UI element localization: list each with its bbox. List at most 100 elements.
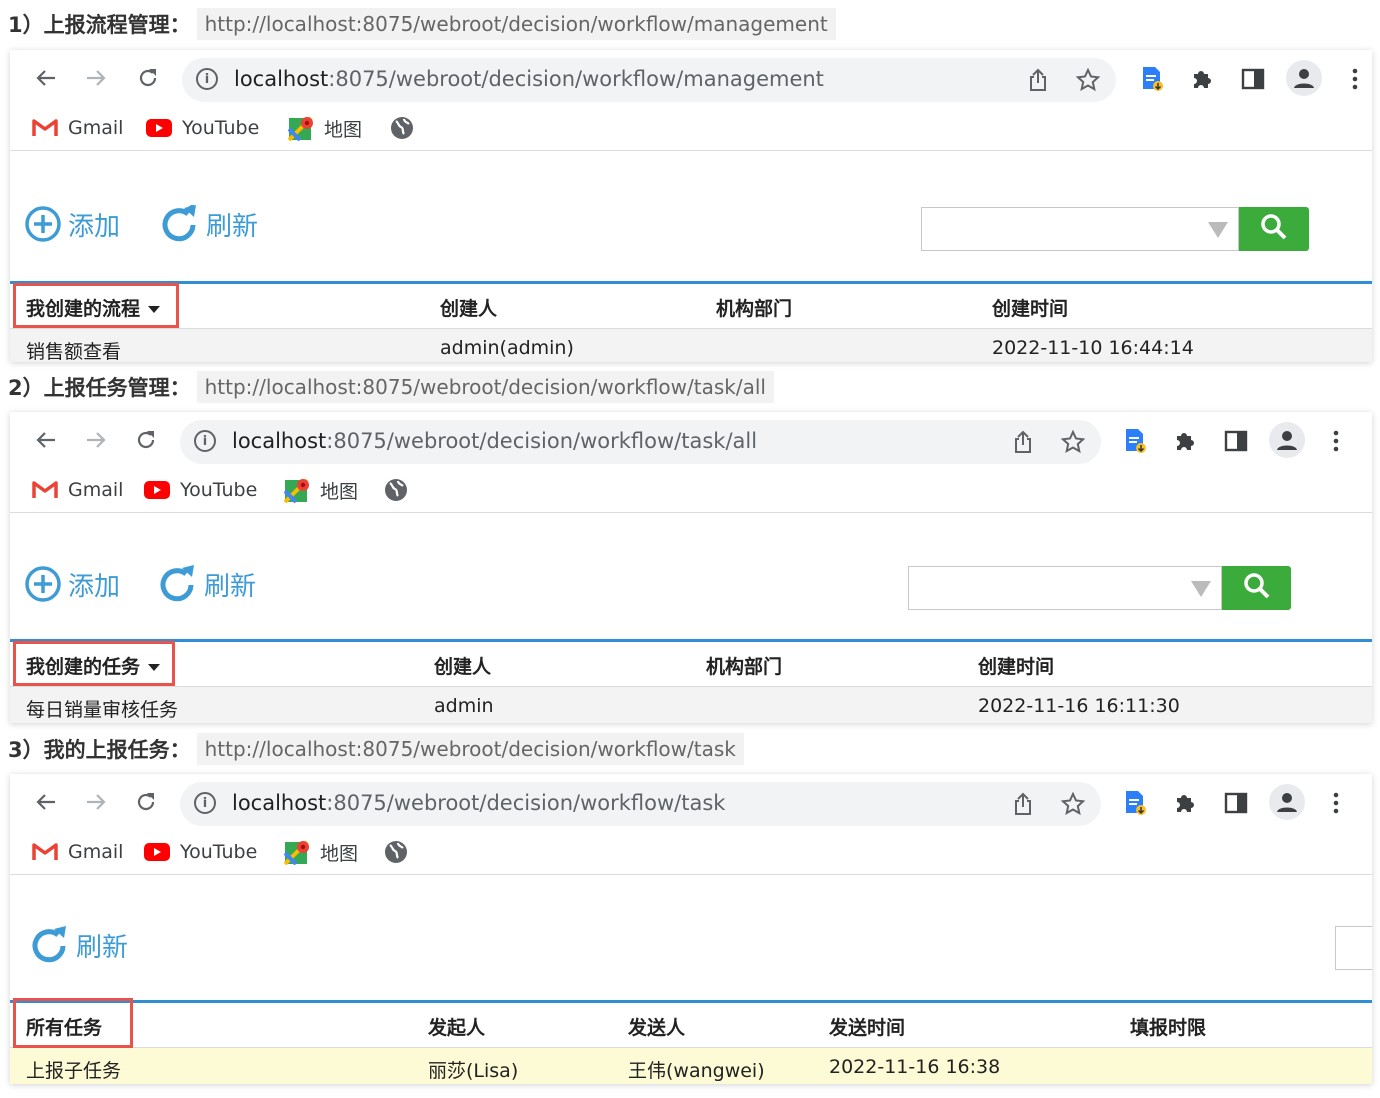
- site-info-icon[interactable]: i: [196, 68, 218, 90]
- back-arrow-icon[interactable]: [28, 784, 64, 820]
- table-row[interactable]: 每日销量审核任务 admin 2022-11-16 16:11:30: [10, 687, 1372, 723]
- site-info-icon[interactable]: i: [194, 430, 216, 452]
- forward-arrow-icon[interactable]: [78, 784, 114, 820]
- globe-icon: [384, 478, 408, 502]
- table-cell: 2022-11-10 16:44:14: [992, 337, 1194, 359]
- bookmark-gmail[interactable]: Gmail: [32, 476, 123, 504]
- reload-icon[interactable]: [128, 784, 164, 820]
- table-header: 我创建的流程 创建人 机构部门 创建时间: [10, 281, 1372, 329]
- browser-window: i localhost:8075/webroot/decision/workfl…: [10, 50, 1372, 362]
- bookmark-youtube[interactable]: YouTube: [146, 114, 259, 142]
- side-panel-icon[interactable]: [1238, 64, 1268, 94]
- puzzle-extensions-icon[interactable]: [1170, 788, 1200, 818]
- search-button[interactable]: [1239, 207, 1309, 251]
- section-1-heading: 1）上报流程管理： http://localhost:8075/webroot/…: [8, 6, 836, 42]
- dropdown-arrow-icon[interactable]: [1208, 222, 1228, 238]
- column-header: 发送人: [628, 1017, 686, 1039]
- table-cell: admin: [434, 695, 494, 717]
- profile-avatar-icon[interactable]: [1286, 60, 1322, 96]
- document-extension-icon[interactable]: [1120, 426, 1150, 456]
- table-cell: 销售额查看: [26, 341, 122, 362]
- address-text: localhost:8075/webroot/decision/workflow…: [234, 67, 824, 91]
- address-bar[interactable]: i localhost:8075/webroot/decision/workfl…: [180, 420, 1101, 464]
- table-cell: 上报子任务: [26, 1060, 122, 1082]
- search-button[interactable]: [1222, 566, 1291, 610]
- table-cell: 2022-11-16 16:38: [829, 1056, 1001, 1078]
- refresh-icon: [30, 926, 70, 964]
- reload-icon[interactable]: [130, 60, 166, 96]
- profile-avatar-icon[interactable]: [1269, 784, 1305, 820]
- refresh-button[interactable]: 刷新: [160, 205, 258, 243]
- address-bar[interactable]: i localhost:8075/webroot/decision/workfl…: [180, 782, 1101, 826]
- bookmark-star-icon[interactable]: [1059, 790, 1087, 818]
- gmail-icon: [32, 480, 58, 500]
- refresh-button[interactable]: 刷新: [30, 926, 128, 964]
- bookmark-globe[interactable]: [384, 476, 418, 504]
- section-url: http://localhost:8075/webroot/decision/w…: [196, 371, 774, 403]
- share-icon[interactable]: [1024, 66, 1052, 94]
- refresh-button[interactable]: 刷新: [158, 565, 256, 603]
- youtube-icon: [146, 119, 172, 137]
- bookmark-maps[interactable]: 地图: [284, 476, 358, 504]
- bookmark-maps[interactable]: 地图: [284, 838, 358, 866]
- section-title: 2）上报任务管理：: [8, 376, 191, 400]
- browser-window: i localhost:8075/webroot/decision/workfl…: [10, 412, 1372, 723]
- table-row[interactable]: 上报子任务 丽莎(Lisa) 王伟(wangwei) 2022-11-16 16…: [10, 1048, 1372, 1084]
- column-header: 创建人: [440, 298, 498, 320]
- bookmark-youtube[interactable]: YouTube: [144, 838, 257, 866]
- back-arrow-icon[interactable]: [28, 422, 64, 458]
- dropdown-arrow-icon[interactable]: [1191, 581, 1211, 597]
- document-extension-icon[interactable]: [1120, 788, 1150, 818]
- table-row[interactable]: 销售额查看 admin(admin) 2022-11-10 16:44:14: [10, 329, 1372, 362]
- plus-circle-icon: [24, 205, 62, 243]
- gmail-icon: [32, 118, 58, 138]
- side-panel-icon[interactable]: [1221, 426, 1251, 456]
- site-info-icon[interactable]: i: [194, 792, 216, 814]
- more-menu-icon[interactable]: [1321, 788, 1351, 818]
- puzzle-extensions-icon[interactable]: [1187, 64, 1217, 94]
- share-icon[interactable]: [1009, 790, 1037, 818]
- table-cell: 丽莎(Lisa): [428, 1060, 519, 1082]
- add-button[interactable]: 添加: [24, 205, 120, 243]
- bookmark-gmail[interactable]: Gmail: [32, 114, 123, 142]
- highlight-box: [13, 998, 133, 1048]
- puzzle-extensions-icon[interactable]: [1170, 426, 1200, 456]
- highlight-box: [13, 641, 175, 686]
- more-menu-icon[interactable]: [1321, 426, 1351, 456]
- section-3-heading: 3）我的上报任务： http://localhost:8075/webroot/…: [8, 731, 744, 767]
- bookmark-globe[interactable]: [390, 114, 424, 142]
- forward-arrow-icon[interactable]: [78, 60, 114, 96]
- search-input[interactable]: [921, 207, 1239, 251]
- bookmark-globe[interactable]: [384, 838, 418, 866]
- search-icon: [1260, 213, 1288, 245]
- more-menu-icon[interactable]: [1340, 64, 1370, 94]
- browser-window: i localhost:8075/webroot/decision/workfl…: [10, 774, 1372, 1084]
- bookmark-maps[interactable]: 地图: [288, 114, 362, 142]
- reload-icon[interactable]: [128, 422, 164, 458]
- bookmark-youtube[interactable]: YouTube: [144, 476, 257, 504]
- column-header: 机构部门: [716, 298, 793, 320]
- section-title: 3）我的上报任务：: [8, 738, 191, 762]
- document-extension-icon[interactable]: [1137, 64, 1167, 94]
- search-input[interactable]: [1335, 926, 1372, 970]
- add-button[interactable]: 添加: [24, 565, 120, 603]
- bookmarks-bar: Gmail YouTube 地图: [10, 830, 1372, 875]
- bookmarks-bar: Gmail YouTube 地图: [10, 106, 1372, 151]
- bookmark-star-icon[interactable]: [1059, 428, 1087, 456]
- side-panel-icon[interactable]: [1221, 788, 1251, 818]
- bookmark-gmail[interactable]: Gmail: [32, 838, 123, 866]
- section-2-heading: 2）上报任务管理： http://localhost:8075/webroot/…: [8, 369, 774, 405]
- column-header: 填报时限: [1130, 1017, 1207, 1039]
- column-header: 发起人: [428, 1017, 486, 1039]
- youtube-icon: [144, 843, 170, 861]
- profile-avatar-icon[interactable]: [1269, 422, 1305, 458]
- address-bar[interactable]: i localhost:8075/webroot/decision/workfl…: [182, 58, 1116, 102]
- search-input[interactable]: [908, 566, 1222, 610]
- section-url: http://localhost:8075/webroot/decision/w…: [196, 733, 744, 765]
- bookmark-star-icon[interactable]: [1074, 66, 1102, 94]
- search-icon: [1243, 572, 1271, 604]
- forward-arrow-icon[interactable]: [78, 422, 114, 458]
- share-icon[interactable]: [1009, 428, 1037, 456]
- back-arrow-icon[interactable]: [28, 60, 64, 96]
- column-header: 机构部门: [706, 656, 783, 678]
